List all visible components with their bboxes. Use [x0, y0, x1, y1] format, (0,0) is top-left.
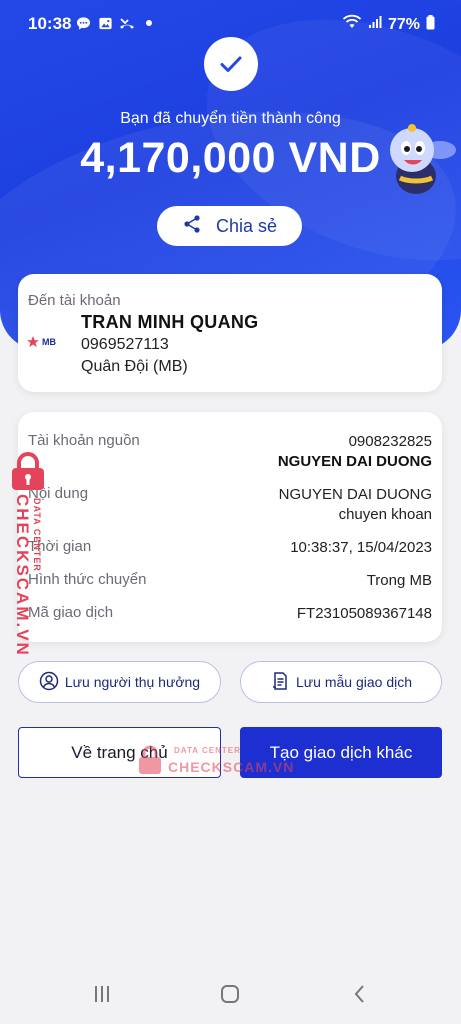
- back-icon[interactable]: [340, 982, 380, 1006]
- missed-call-icon: [119, 15, 135, 31]
- lock-icon: [6, 452, 50, 497]
- method-value: Trong MB: [366, 572, 432, 589]
- recipient-bank: Quân Đội (MB): [81, 358, 188, 375]
- watermark-brand: CHECKSCAM.VN: [13, 494, 32, 657]
- recent-apps-icon[interactable]: [82, 982, 122, 1006]
- share-button[interactable]: Chia sẻ: [157, 206, 302, 246]
- share-icon: [182, 214, 202, 239]
- chat-icon: [75, 15, 91, 31]
- transaction-details-card: Tài khoản nguồn 0908232825 NGUYEN DAI DU…: [18, 412, 442, 642]
- home-nav-icon[interactable]: [210, 982, 250, 1006]
- success-check-icon: [204, 37, 258, 91]
- document-icon: [270, 671, 290, 694]
- recipient-account: 0969527113: [81, 336, 169, 353]
- save-template-label: Lưu mẫu giao dịch: [296, 674, 412, 690]
- watermark-center: DATA CENTER CHECKSCAM.VN: [136, 742, 296, 782]
- recipient-name: TRAN MINH QUANG: [81, 312, 259, 332]
- mb-bank-logo: MB: [26, 336, 56, 348]
- source-account-label: Tài khoản nguồn: [28, 432, 140, 449]
- lock-icon: [136, 744, 164, 781]
- dot-icon: [141, 15, 157, 31]
- mascot-illustration: [382, 120, 456, 202]
- save-template-button[interactable]: Lưu mẫu giao dịch: [240, 661, 442, 703]
- bank-logo-text: MB: [42, 337, 56, 347]
- battery-percent: 77%: [387, 15, 420, 33]
- watermark-center-brand: CHECKSCAM.VN: [168, 759, 295, 775]
- content-line2: chuyen khoan: [338, 506, 432, 523]
- android-nav-bar: [0, 960, 461, 1024]
- status-time: 10:38: [28, 14, 72, 33]
- source-account-name: NGUYEN DAI DUONG: [277, 453, 432, 470]
- content-line1: NGUYEN DAI DUONG: [278, 486, 432, 503]
- transaction-id-value: FT23105089367148: [296, 605, 432, 622]
- share-label: Chia sẻ: [215, 215, 278, 236]
- gallery-icon: [97, 15, 113, 31]
- watermark-center-sub: DATA CENTER: [174, 746, 241, 755]
- save-beneficiary-label: Lưu người thụ hưởng: [64, 674, 201, 690]
- signal-icon: [368, 15, 382, 34]
- time-value: 10:38:37, 15/04/2023: [290, 539, 432, 556]
- source-account-number: 0908232825: [348, 433, 432, 450]
- recipient-card: Đến tài khoản MB TRAN MINH QUANG 0969527…: [18, 274, 442, 392]
- recipient-label: Đến tài khoản: [28, 292, 121, 309]
- wifi-icon: [342, 14, 362, 35]
- battery-icon: [426, 14, 435, 35]
- watermark-sub: DATA CENTER: [32, 498, 42, 572]
- watermark-vertical: CHECKSCAM.VN DATA CENTER: [2, 452, 50, 657]
- user-circle-icon: [39, 671, 59, 694]
- save-beneficiary-button[interactable]: Lưu người thụ hưởng: [18, 661, 221, 703]
